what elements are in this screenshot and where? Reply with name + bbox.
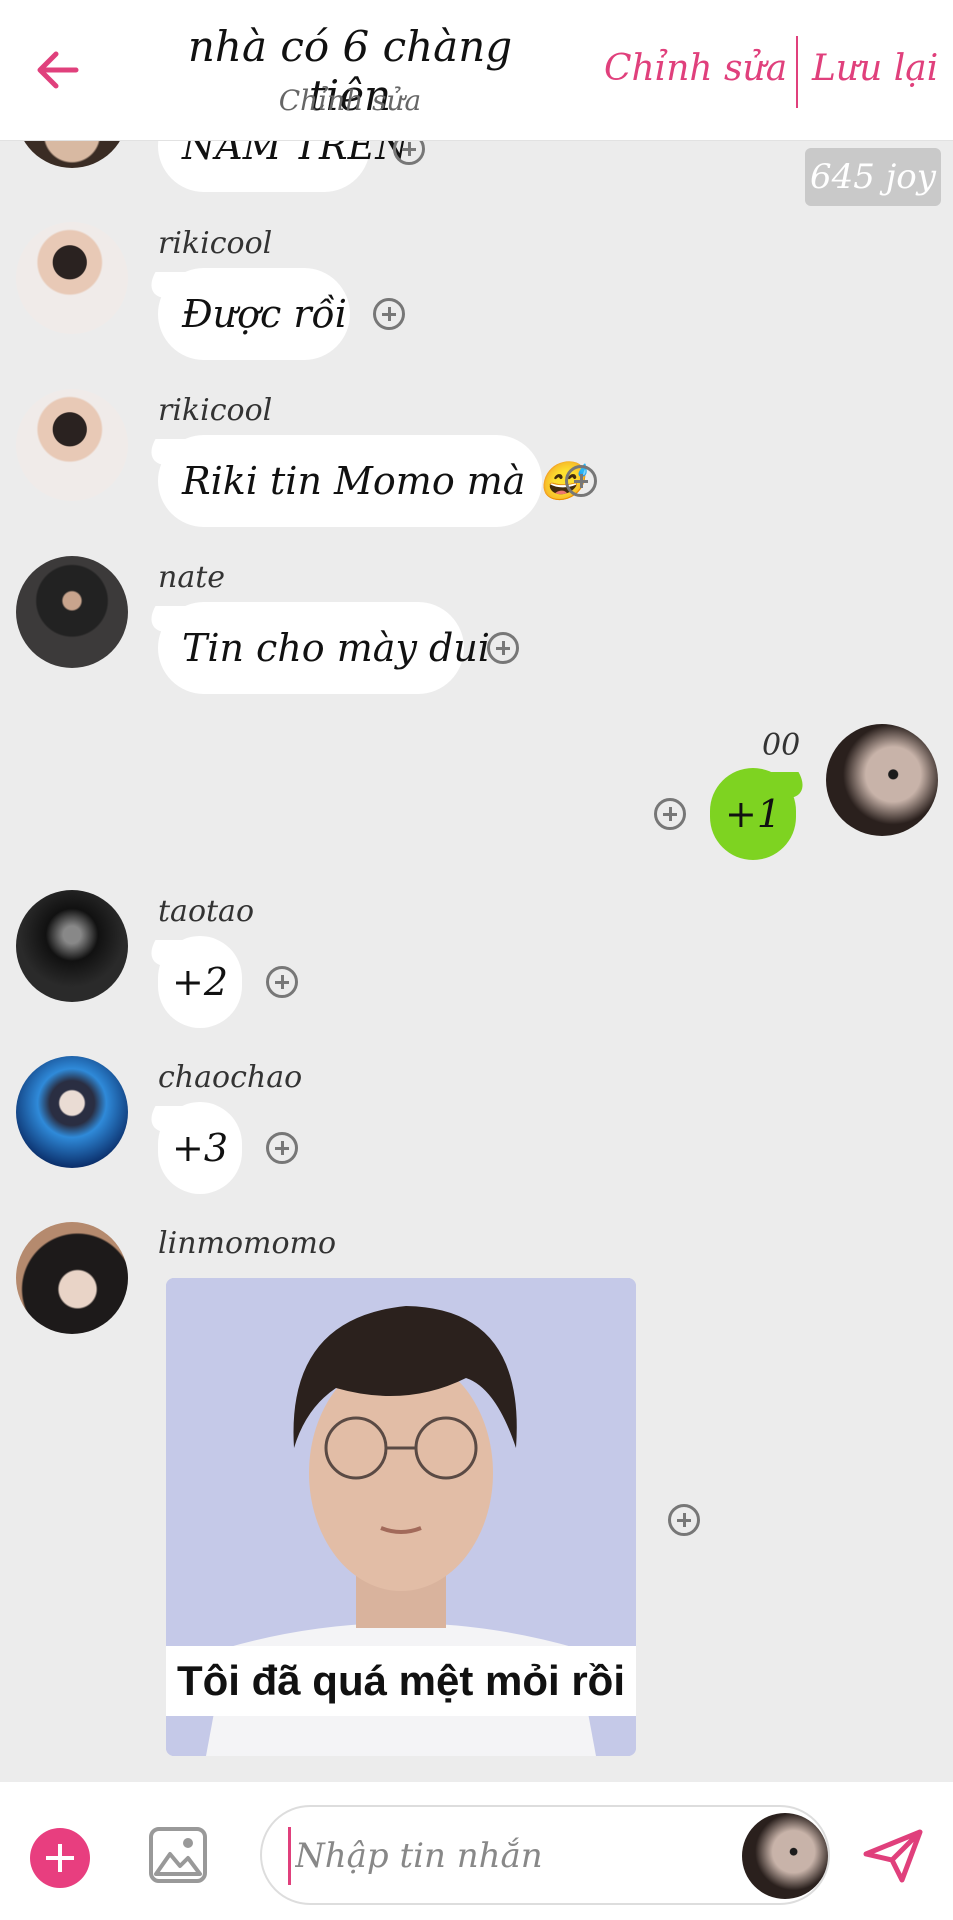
sender-name: rikicool — [158, 393, 273, 428]
message-bubble[interactable]: +2 — [158, 936, 242, 1028]
avatar[interactable] — [16, 890, 128, 1002]
save-button[interactable]: Lưu lại — [812, 48, 938, 89]
message-bubble[interactable]: +3 — [158, 1102, 242, 1194]
avatar[interactable] — [16, 556, 128, 668]
add-attachment-button[interactable] — [30, 1828, 90, 1888]
chat-subtitle: Chỉnh sửa — [278, 84, 422, 117]
send-icon[interactable] — [862, 1828, 924, 1884]
message-input[interactable] — [288, 1827, 737, 1885]
avatar[interactable] — [16, 1222, 128, 1334]
add-reaction-icon[interactable] — [266, 966, 298, 998]
message-bubble[interactable]: Riki tin Momo mà 😅 — [158, 435, 585, 527]
add-reaction-icon[interactable] — [487, 632, 519, 664]
header-divider — [796, 36, 798, 108]
sender-name: nate — [158, 560, 226, 595]
sender-name: 00 — [762, 728, 801, 763]
joy-badge: 645 joy — [805, 148, 941, 206]
meme-image[interactable]: Tôi đã quá mệt mỏi rồi — [166, 1278, 636, 1756]
add-reaction-icon[interactable] — [266, 1132, 298, 1164]
my-avatar[interactable] — [826, 724, 938, 836]
avatar[interactable] — [16, 1056, 128, 1168]
message-input-box — [260, 1805, 830, 1905]
message-bubble[interactable]: Tin cho mày dui — [158, 602, 490, 694]
sender-name: chaochao — [158, 1060, 303, 1095]
message-bubble[interactable]: Được rồi — [158, 268, 350, 360]
avatar[interactable] — [16, 222, 128, 334]
image-picker-icon[interactable] — [148, 1826, 208, 1884]
add-reaction-icon[interactable] — [654, 798, 686, 830]
avatar[interactable] — [16, 389, 128, 501]
edit-button[interactable]: Chỉnh sửa — [604, 48, 787, 89]
sender-name: taotao — [158, 894, 255, 929]
message-bubble[interactable]: +1 — [710, 768, 796, 860]
sender-name: linmomomo — [158, 1226, 337, 1261]
sender-name: rikicool — [158, 226, 273, 261]
back-arrow-icon[interactable] — [30, 42, 86, 98]
add-reaction-icon[interactable] — [668, 1504, 700, 1536]
chat-header: nhà có 6 chàng tiên Chỉnh sửa Chỉnh sửa … — [0, 0, 953, 141]
add-reaction-icon[interactable] — [373, 298, 405, 330]
add-reaction-icon[interactable] — [565, 465, 597, 497]
meme-caption: Tôi đã quá mệt mỏi rồi — [166, 1646, 636, 1716]
sticker-avatar[interactable] — [742, 1813, 828, 1899]
